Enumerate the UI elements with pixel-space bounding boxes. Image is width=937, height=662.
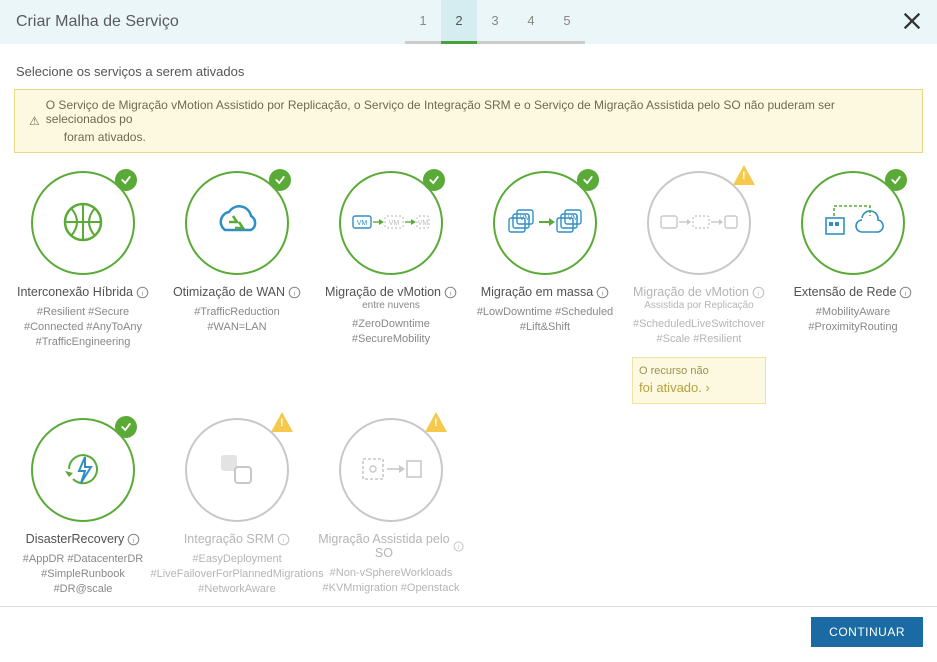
info-icon[interactable]: i (444, 286, 457, 299)
svg-text:VM: VM (389, 220, 400, 227)
service-subtitle: entre nuvens (362, 300, 420, 311)
check-badge-icon (577, 169, 599, 191)
info-icon[interactable]: i (596, 286, 609, 299)
service-circle-wrap (31, 418, 135, 522)
page-title: Criar Malha de Serviço (16, 13, 179, 31)
svg-text:VM: VM (568, 215, 579, 222)
service-circle-wrap (801, 171, 905, 275)
service-card-bulk-migration: VM VM Migração em massai #LowDowntime #Sche… (468, 165, 622, 412)
service-title: Interconexão Híbridai (17, 285, 149, 299)
service-title: Migração de vMotioni (633, 285, 765, 299)
continue-button[interactable]: CONTINUAR (811, 617, 923, 647)
svg-text:VM: VM (520, 215, 531, 222)
warning-badge-icon (271, 412, 293, 432)
svg-text:i: i (294, 288, 296, 297)
wizard-step-1[interactable]: 1 (405, 0, 441, 44)
service-tags: #ScheduledLiveSwitchover #Scale #Resilie… (626, 317, 772, 347)
svg-text:VM: VM (357, 220, 368, 227)
service-circle-wrap: VM VM (493, 171, 597, 275)
service-circle-wrap (647, 171, 751, 275)
check-badge-icon (115, 169, 137, 191)
service-toggle-rav-migration (647, 171, 751, 275)
service-title: Integração SRMi (184, 532, 290, 546)
service-tags: #Non-vSphereWorkloads #KVMmigration #Ope… (318, 566, 464, 596)
service-circle-wrap (339, 418, 443, 522)
service-title: Extensão de Redei (794, 285, 913, 299)
info-icon[interactable]: i (453, 540, 464, 553)
warning-text-line1: O Serviço de Migração vMotion Assistido … (46, 98, 835, 126)
info-icon[interactable]: i (899, 286, 912, 299)
service-toggle-os-assisted (339, 418, 443, 522)
service-card-rav-migration: Migração de vMotioniAssistida por Replic… (622, 165, 776, 412)
info-icon[interactable]: i (127, 533, 140, 546)
svg-text:i: i (133, 535, 135, 544)
svg-text:VM: VM (418, 220, 429, 227)
svg-text:i: i (602, 288, 604, 297)
service-circle-wrap (31, 171, 135, 275)
net-ext-icon (822, 202, 884, 245)
service-disabled-message: O recurso nãofoi ativado. › (632, 357, 766, 405)
warning-banner: ⚠ O Serviço de Migração vMotion Assistid… (14, 89, 923, 153)
service-tags: #AppDR #DatacenterDR #SimpleRunbook #DR@… (10, 552, 156, 597)
hybrid-interconnect-icon (59, 198, 107, 249)
check-badge-icon (885, 169, 907, 191)
section-subtitle: Selecione os serviços a serem ativados (0, 44, 937, 89)
close-icon (901, 10, 923, 32)
svg-text:i: i (458, 544, 460, 551)
service-card-net-ext: Extensão de Redei #MobilityAware #Proximi… (776, 165, 930, 412)
svg-text:i: i (450, 288, 452, 297)
check-badge-icon (115, 416, 137, 438)
service-circle-wrap (185, 171, 289, 275)
service-circle-wrap (185, 418, 289, 522)
wizard-steps: 12345 (405, 0, 585, 44)
service-title: Migração de vMotioni (325, 285, 457, 299)
dr-icon (61, 447, 105, 494)
wizard-step-4[interactable]: 4 (513, 0, 549, 44)
service-tags: #TrafficReduction #WAN=LAN (164, 305, 310, 335)
svg-text:i: i (142, 288, 144, 297)
wizard-header: Criar Malha de Serviço 12345 (0, 0, 937, 44)
svg-text:i: i (283, 535, 285, 544)
service-circle-wrap: VM VM VM (339, 171, 443, 275)
service-title: Migração em massai (481, 285, 610, 299)
wizard-footer: CONTINUAR (0, 606, 937, 657)
service-grid: Interconexão Híbridai #Resilient #Secure … (0, 165, 937, 662)
wizard-step-5[interactable]: 5 (549, 0, 585, 44)
wizard-step-2[interactable]: 2 (441, 0, 477, 44)
check-badge-icon (269, 169, 291, 191)
info-icon[interactable]: i (136, 286, 149, 299)
service-toggle-srm (185, 418, 289, 522)
check-badge-icon (423, 169, 445, 191)
service-card-vmotion-migration: VM VM VM Migração de vMotionientre nuvens #Z… (314, 165, 468, 412)
service-tags: #Resilient #Secure #Connected #AnyToAny … (10, 305, 156, 350)
info-icon[interactable]: i (288, 286, 301, 299)
warning-text-line2: foram ativados. (46, 126, 908, 144)
warning-badge-icon (425, 412, 447, 432)
wan-opt-icon (211, 202, 263, 245)
service-title: Otimização de WANi (173, 285, 301, 299)
service-tags: #ZeroDowntime #SecureMobility (318, 317, 464, 347)
service-card-wan-opt: Otimização de WANi #TrafficReduction #WAN… (160, 165, 314, 412)
service-subtitle: Assistida por Replicação (644, 300, 754, 311)
service-title: DisasterRecoveryi (26, 532, 141, 546)
close-button[interactable] (901, 10, 923, 32)
svg-text:i: i (758, 288, 760, 297)
srm-icon (217, 451, 257, 490)
warning-badge-icon (733, 165, 755, 185)
service-tags: #MobilityAware #ProximityRouting (780, 305, 926, 335)
info-icon[interactable]: i (752, 286, 765, 299)
vmotion-migration-icon: VM VM VM (351, 208, 431, 239)
bulk-migration-icon: VM VM (505, 204, 585, 243)
info-icon[interactable]: i (277, 533, 290, 546)
service-card-hybrid-interconnect: Interconexão Híbridai #Resilient #Secure … (6, 165, 160, 412)
os-assisted-icon (359, 453, 423, 488)
service-title: Migração Assistida pelo SOi (318, 532, 464, 560)
svg-text:i: i (905, 288, 907, 297)
warning-icon: ⚠ (29, 114, 40, 128)
wizard-step-3[interactable]: 3 (477, 0, 513, 44)
service-tags: #LowDowntime #Scheduled #Lift&Shift (472, 305, 618, 335)
service-tags: #EasyDeployment #LiveFailoverForPlannedM… (148, 552, 325, 597)
rav-migration-icon (659, 210, 739, 237)
